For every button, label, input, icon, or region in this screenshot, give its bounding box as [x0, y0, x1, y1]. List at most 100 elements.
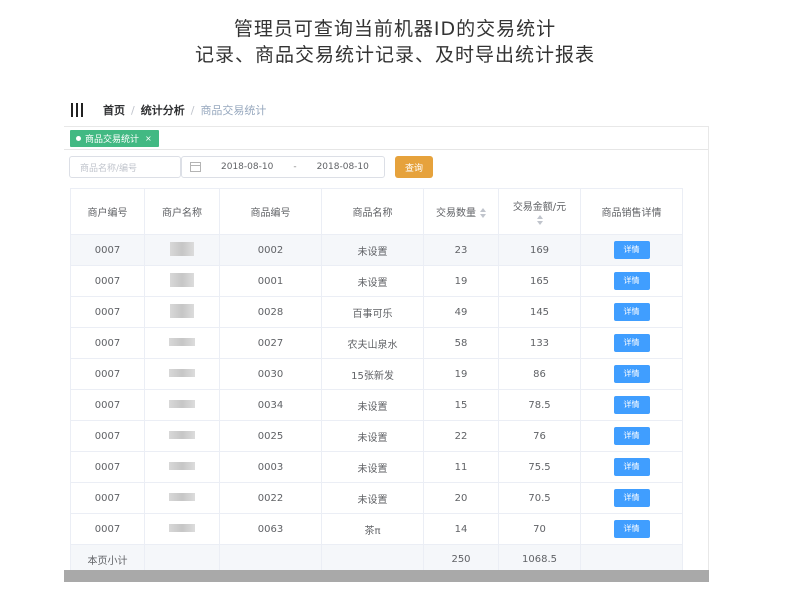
header-amount-label: 交易金额/元 — [512, 202, 567, 213]
breadcrumb-current: 商品交易统计 — [200, 104, 267, 117]
date-range-picker[interactable]: 2018-08-10 - 2018-08-10 — [181, 156, 385, 178]
detail-button[interactable]: 详情 — [613, 396, 650, 414]
cell-merchant-no: 0007 — [70, 327, 145, 359]
tab-product-stats[interactable]: 商品交易统计 × — [70, 130, 159, 147]
header-amount[interactable]: 交易金额/元 — [498, 188, 581, 235]
detail-button[interactable]: 详情 — [613, 272, 650, 290]
cell-detail: 详情 — [580, 358, 683, 390]
cell-merchant-no: 0007 — [70, 296, 145, 328]
cell-product-no: 0003 — [219, 451, 322, 483]
filter-bar: 商品名称/编号 2018-08-10 - 2018-08-10 查询 — [69, 156, 699, 178]
cell-merchant-no: 0007 — [70, 358, 145, 390]
cell-detail: 详情 — [580, 513, 683, 545]
cell-product-name: 未设置 — [321, 451, 424, 483]
cell-quantity: 11 — [423, 451, 499, 483]
cell-amount: 78.5 — [498, 389, 581, 421]
cell-detail: 详情 — [580, 327, 683, 359]
header-sales-detail: 商品销售详情 — [580, 188, 683, 235]
detail-button[interactable]: 详情 — [613, 427, 650, 445]
redacted-merchant-name — [169, 337, 195, 346]
table-row: 0007 0022 未设置 20 70.5 详情 — [70, 482, 683, 514]
product-search-input[interactable]: 商品名称/编号 — [69, 156, 181, 178]
cell-quantity: 49 — [423, 296, 499, 328]
hamburger-icon[interactable] — [71, 103, 93, 117]
breadcrumb-separator: / — [190, 103, 195, 117]
caption-line-2: 记录、商品交易统计记录、及时导出统计报表 — [194, 44, 595, 66]
sort-icon[interactable] — [536, 215, 543, 225]
detail-button[interactable]: 详情 — [613, 334, 650, 352]
stats-table: 商户编号 商户名称 商品编号 商品名称 交易数量 交易金额/元 商品销售详情 0… — [70, 188, 683, 575]
cell-product-no: 0022 — [219, 482, 322, 514]
close-icon[interactable]: × — [145, 134, 152, 143]
detail-button[interactable]: 详情 — [613, 520, 650, 538]
cell-merchant-name — [144, 420, 220, 452]
calendar-icon — [190, 162, 201, 172]
redacted-merchant-name — [169, 430, 195, 439]
cell-amount: 145 — [498, 296, 581, 328]
cell-product-name: 未设置 — [321, 420, 424, 452]
date-separator: - — [293, 162, 297, 172]
cell-amount: 165 — [498, 265, 581, 297]
detail-button[interactable]: 详情 — [613, 489, 650, 507]
breadcrumb-section[interactable]: 统计分析 — [141, 102, 185, 118]
search-button[interactable]: 查询 — [395, 156, 433, 178]
detail-button[interactable]: 详情 — [613, 365, 650, 383]
redacted-merchant-name — [169, 368, 195, 377]
cell-amount: 70.5 — [498, 482, 581, 514]
cell-product-no: 0030 — [219, 358, 322, 390]
header-quantity[interactable]: 交易数量 — [423, 188, 499, 235]
cell-product-name: 未设置 — [321, 482, 424, 514]
cell-quantity: 15 — [423, 389, 499, 421]
date-end: 2018-08-10 — [316, 162, 369, 172]
breadcrumb-home[interactable]: 首页 — [103, 102, 125, 118]
cell-merchant-name — [144, 296, 220, 328]
cell-detail: 详情 — [580, 296, 683, 328]
sort-icon[interactable] — [480, 208, 486, 218]
table-header-row: 商户编号 商户名称 商品编号 商品名称 交易数量 交易金额/元 商品销售详情 — [70, 188, 683, 235]
horizontal-scrollbar[interactable] — [64, 570, 709, 582]
header-product-no: 商品编号 — [219, 188, 322, 235]
cell-quantity: 19 — [423, 265, 499, 297]
table-row: 0007 0034 未设置 15 78.5 详情 — [70, 389, 683, 421]
cell-merchant-name — [144, 482, 220, 514]
cell-quantity: 19 — [423, 358, 499, 390]
cell-merchant-name — [144, 451, 220, 483]
cell-product-no: 0001 — [219, 265, 322, 297]
cell-amount: 70 — [498, 513, 581, 545]
cell-merchant-no: 0007 — [70, 389, 145, 421]
tab-label: 商品交易统计 — [85, 135, 140, 145]
table-row: 0007 0030 15张新发 19 86 详情 — [70, 358, 683, 390]
cell-quantity: 58 — [423, 327, 499, 359]
cell-merchant-name — [144, 234, 220, 266]
content-border — [708, 126, 709, 570]
detail-button[interactable]: 详情 — [613, 241, 650, 259]
table-row: 0007 0001 未设置 19 165 详情 — [70, 265, 683, 297]
table-row: 0007 0002 未设置 23 169 详情 — [70, 234, 683, 266]
cell-amount: 86 — [498, 358, 581, 390]
cell-merchant-name — [144, 513, 220, 545]
product-search-placeholder: 商品名称/编号 — [80, 163, 138, 174]
cell-merchant-no: 0007 — [70, 513, 145, 545]
cell-detail: 详情 — [580, 420, 683, 452]
table-row: 0007 0027 农夫山泉水 58 133 详情 — [70, 327, 683, 359]
cell-detail: 详情 — [580, 451, 683, 483]
cell-quantity: 22 — [423, 420, 499, 452]
cell-product-name: 未设置 — [321, 234, 424, 266]
cell-merchant-name — [144, 327, 220, 359]
caption-line-1: 管理员可查询当前机器ID的交易统计 — [233, 18, 557, 40]
cell-product-name: 百事可乐 — [321, 296, 424, 328]
cell-detail: 详情 — [580, 389, 683, 421]
cell-detail: 详情 — [580, 482, 683, 514]
redacted-merchant-name — [170, 303, 194, 318]
cell-merchant-name — [144, 358, 220, 390]
breadcrumb-separator: / — [131, 103, 135, 117]
dot-icon — [76, 136, 81, 141]
cell-product-no: 0034 — [219, 389, 322, 421]
table-row: 0007 0063 茶π 14 70 详情 — [70, 513, 683, 545]
cell-product-name: 农夫山泉水 — [321, 327, 424, 359]
detail-button[interactable]: 详情 — [613, 303, 650, 321]
detail-button[interactable]: 详情 — [613, 458, 650, 476]
cell-product-no: 0002 — [219, 234, 322, 266]
cell-quantity: 14 — [423, 513, 499, 545]
cell-merchant-name — [144, 389, 220, 421]
